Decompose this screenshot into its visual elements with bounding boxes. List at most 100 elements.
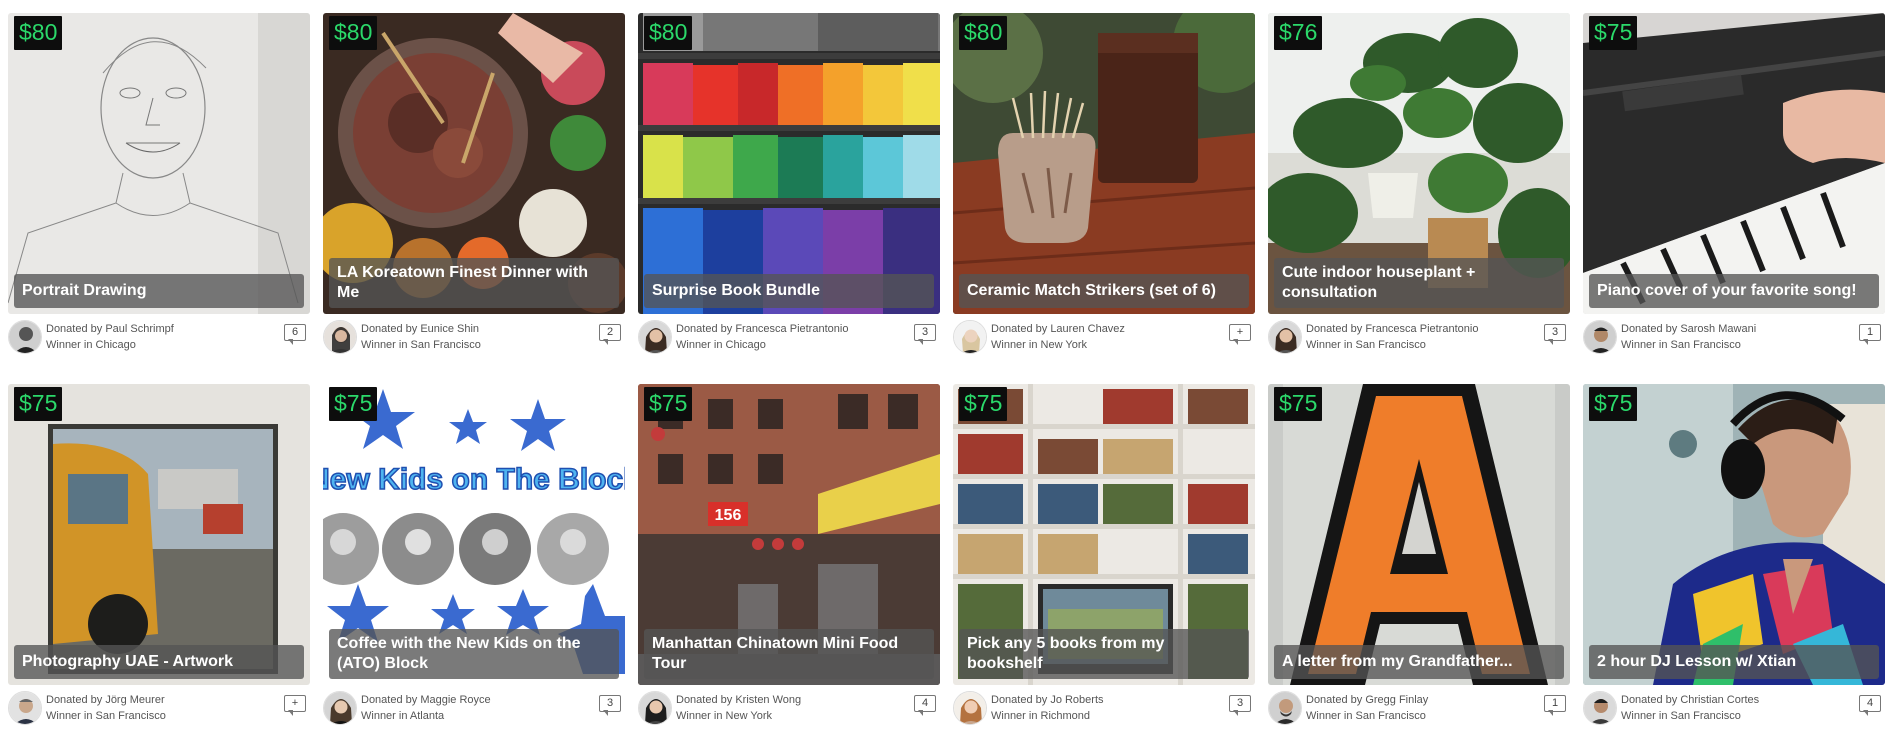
price-badge: $80 [329, 16, 378, 50]
comment-bubble-icon[interactable]: 1 [1859, 324, 1883, 346]
comment-bubble-icon[interactable]: + [284, 695, 308, 717]
donor-name[interactable]: Donated by Eunice Shin [361, 321, 625, 337]
item-meta: Donated by Eunice Shin Winner in San Fra… [323, 318, 625, 356]
item-meta: Donated by Maggie Royce Winner in Atlant… [323, 689, 625, 727]
price-badge: $76 [1274, 16, 1323, 50]
winner-location: Winner in New York [991, 339, 1087, 351]
item-photo[interactable]: $75 Photography UAE - Artwork [8, 384, 310, 685]
item-photo[interactable]: $76 Cute indoor houseplant + consultatio… [1268, 13, 1570, 314]
item-photo[interactable]: $80 LA Koreatown Finest Dinner with Me [323, 13, 625, 314]
auction-row: $75 Photography UAE - Artwork Donated by… [8, 384, 1885, 733]
item-photo[interactable]: $80 Surprise Book Bundle [638, 13, 940, 314]
item-title[interactable]: Manhattan Chinatown Mini Food Tour [644, 629, 934, 679]
winner-location: Winner in Chicago [676, 339, 766, 351]
auction-card[interactable]: $80 Portrait Drawing Donated by Paul Sch… [8, 13, 310, 362]
donor-avatar[interactable] [323, 691, 357, 725]
winner-location: Winner in San Francisco [1306, 710, 1426, 722]
auction-card[interactable]: $80 Ceramic Match Strikers (set of 6) Do… [953, 13, 1255, 362]
item-title[interactable]: A letter from my Grandfather... [1274, 645, 1564, 679]
item-photo[interactable]: $80 Portrait Drawing [8, 13, 310, 314]
auction-card[interactable]: $75 Pick any 5 books from my bookshelf D… [953, 384, 1255, 733]
donor-name[interactable]: Donated by Paul Schrimpf [46, 321, 310, 337]
comment-bubble-icon[interactable]: 1 [1544, 695, 1568, 717]
bookshelf-rainbow-image [638, 13, 940, 314]
donor-avatar[interactable] [638, 320, 672, 354]
donor-name[interactable]: Donated by Christian Cortes [1621, 692, 1885, 708]
donor-name[interactable]: Donated by Jo Roberts [991, 692, 1255, 708]
item-meta: Donated by Paul Schrimpf Winner in Chica… [8, 318, 310, 356]
donor-name[interactable]: Donated by Francesca Pietrantonio [676, 321, 940, 337]
item-title[interactable]: Ceramic Match Strikers (set of 6) [959, 274, 1249, 308]
auction-grid: $80 Portrait Drawing Donated by Paul Sch… [8, 13, 1885, 733]
auction-card[interactable]: $75 2 hour DJ Lesson w/ Xtian Donated by… [1583, 384, 1885, 733]
item-meta: Donated by Francesca Pietrantonio Winner… [1268, 318, 1570, 356]
price-badge: $75 [1589, 16, 1638, 50]
item-title[interactable]: Cute indoor houseplant + consultation [1274, 258, 1564, 308]
donor-name[interactable]: Donated by Gregg Finlay [1306, 692, 1570, 708]
auction-card[interactable]: $75 Piano cover of your favorite song! D… [1583, 13, 1885, 362]
auction-card[interactable]: $75 Photography UAE - Artwork Donated by… [8, 384, 310, 733]
comment-bubble-icon[interactable]: 3 [1229, 695, 1253, 717]
comment-bubble-icon[interactable]: 2 [599, 324, 623, 346]
comment-bubble-icon[interactable]: 3 [599, 695, 623, 717]
donor-name[interactable]: Donated by Sarosh Mawani [1621, 321, 1885, 337]
donor-avatar[interactable] [638, 691, 672, 725]
comment-bubble-icon[interactable]: 6 [284, 324, 308, 346]
item-photo[interactable]: $75 A letter from my Grandfather... [1268, 384, 1570, 685]
donor-avatar[interactable] [953, 320, 987, 354]
donor-avatar[interactable] [8, 691, 42, 725]
donor-avatar[interactable] [1268, 691, 1302, 725]
item-title[interactable]: LA Koreatown Finest Dinner with Me [329, 258, 619, 308]
auction-card[interactable]: $80 Surprise Book Bundle Donated by Fran… [638, 13, 940, 362]
dj-headphones-image [1583, 384, 1885, 685]
item-photo[interactable]: $75 Pick any 5 books from my bookshelf [953, 384, 1255, 685]
item-meta: Donated by Kristen Wong Winner in New Yo… [638, 689, 940, 727]
donor-name[interactable]: Donated by Maggie Royce [361, 692, 625, 708]
donor-name[interactable]: Donated by Francesca Pietrantonio [1306, 321, 1570, 337]
price-badge: $80 [959, 16, 1008, 50]
winner-location: Winner in San Francisco [1621, 710, 1741, 722]
comment-bubble-icon[interactable]: 3 [1544, 324, 1568, 346]
item-title[interactable]: Photography UAE - Artwork [14, 645, 304, 679]
comment-bubble-icon[interactable]: 4 [1859, 695, 1883, 717]
comment-bubble-icon[interactable]: 4 [914, 695, 938, 717]
item-title[interactable]: Portrait Drawing [14, 274, 304, 308]
item-title[interactable]: Coffee with the New Kids on the (ATO) Bl… [329, 629, 619, 679]
donor-avatar[interactable] [953, 691, 987, 725]
comment-bubble-icon[interactable]: + [1229, 324, 1253, 346]
comment-bubble-icon[interactable]: 3 [914, 324, 938, 346]
item-title[interactable]: Pick any 5 books from my bookshelf [959, 629, 1249, 679]
auction-card[interactable]: 156 $75 Manhattan Chinatown Mini Food To… [638, 384, 940, 733]
item-title[interactable]: Surprise Book Bundle [644, 274, 934, 308]
price-badge: $75 [1589, 387, 1638, 421]
winner-location: Winner in Chicago [46, 339, 136, 351]
donor-avatar[interactable] [8, 320, 42, 354]
donor-avatar[interactable] [1583, 691, 1617, 725]
item-photo[interactable]: New Kids on The Block $75 Coffee with th… [323, 384, 625, 685]
auction-card[interactable]: New Kids on The Block $75 Coffee with th… [323, 384, 625, 733]
winner-location: Winner in Richmond [991, 710, 1091, 722]
donor-avatar[interactable] [1583, 320, 1617, 354]
portrait-drawing-image [8, 13, 310, 314]
donor-name[interactable]: Donated by Jörg Meurer [46, 692, 310, 708]
price-badge: $75 [959, 387, 1008, 421]
winner-location: Winner in San Francisco [46, 710, 166, 722]
auction-card[interactable]: $80 LA Koreatown Finest Dinner with Me D… [323, 13, 625, 362]
item-title[interactable]: Piano cover of your favorite song! [1589, 274, 1879, 308]
item-meta: Donated by Christian Cortes Winner in Sa… [1583, 689, 1885, 727]
item-title[interactable]: 2 hour DJ Lesson w/ Xtian [1589, 645, 1879, 679]
item-photo[interactable]: $75 2 hour DJ Lesson w/ Xtian [1583, 384, 1885, 685]
auction-card[interactable]: $75 A letter from my Grandfather... Dona… [1268, 384, 1570, 733]
winner-location: Winner in Atlanta [361, 710, 445, 722]
storefront-sign-text: 156 [715, 507, 742, 524]
item-photo[interactable]: $75 Piano cover of your favorite song! [1583, 13, 1885, 314]
winner-location: Winner in San Francisco [1621, 339, 1741, 351]
donor-name[interactable]: Donated by Lauren Chavez [991, 321, 1255, 337]
item-photo[interactable]: 156 $75 Manhattan Chinatown Mini Food To… [638, 384, 940, 685]
donor-avatar[interactable] [323, 320, 357, 354]
donor-avatar[interactable] [1268, 320, 1302, 354]
image-banner-text: New Kids on The Block [323, 463, 625, 496]
auction-card[interactable]: $76 Cute indoor houseplant + consultatio… [1268, 13, 1570, 362]
donor-name[interactable]: Donated by Kristen Wong [676, 692, 940, 708]
item-photo[interactable]: $80 Ceramic Match Strikers (set of 6) [953, 13, 1255, 314]
